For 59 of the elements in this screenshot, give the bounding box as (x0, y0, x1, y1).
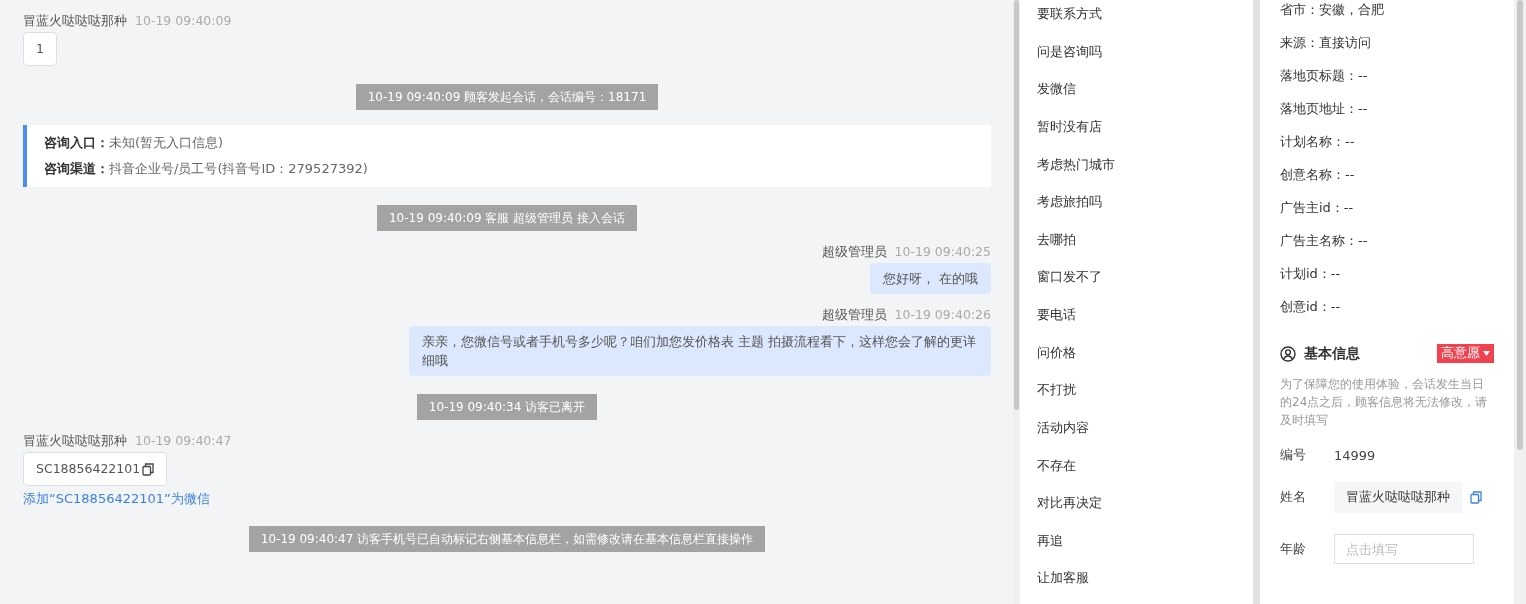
scrollbar-thumb[interactable] (1517, 0, 1523, 450)
quick-reply-item[interactable]: 要电话 (1020, 303, 1253, 341)
source-info-line: 省市：安徽，合肥 (1280, 1, 1385, 19)
source-info-line: 广告主名称：-- (1280, 232, 1369, 250)
sender-name: 冒蓝火哒哒哒那种 (23, 13, 127, 29)
quick-reply-item[interactable]: 考虑旅拍吗 (1020, 190, 1253, 228)
sender-name: 冒蓝火哒哒哒那种 (23, 433, 127, 449)
system-notice: 10-19 09:40:47 访客手机号已自动标记右侧基本信息栏，如需修改请在基本信息栏直接操作 (248, 526, 766, 552)
field-label: 年龄 (1280, 540, 1307, 558)
field-label: 编号 (1280, 446, 1307, 464)
user-icon (1280, 345, 1296, 362)
message-time: 10-19 09:40:25 (894, 244, 991, 260)
quick-reply-item[interactable]: 不存在 (1020, 453, 1253, 492)
source-info-line: 落地页地址：-- (1280, 100, 1369, 118)
message-bubble: SC18856422101 (23, 452, 168, 486)
quick-reply-item[interactable]: 暂时没有店 (1020, 114, 1253, 153)
source-info-line: 广告主id：-- (1280, 199, 1355, 217)
source-info-line: 落地页标题：-- (1280, 67, 1369, 85)
info-line: 咨询渠道：抖音企业号/员工号(抖音号ID：279527392) (44, 160, 369, 178)
source-info-line: 创意名称：-- (1280, 166, 1356, 184)
source-info-line: 计划id：-- (1280, 265, 1342, 283)
system-notice: 10-19 09:40:34 访客已离开 (416, 394, 598, 420)
quick-reply-item[interactable]: 要联系方式 (1020, 2, 1253, 40)
quick-reply-item[interactable]: 去哪拍 (1020, 227, 1253, 266)
quick-reply-item[interactable]: 再追 (1020, 528, 1253, 567)
quick-reply-item[interactable]: 窗口发不了 (1020, 265, 1253, 303)
system-notice: 10-19 09:40:09 顾客发起会话，会话编号：18171 (355, 84, 659, 110)
message-bubble: 亲亲，您微信号或者手机号多少呢？咱们加您发价格表 主题 拍摄流程看下，这样您会了解的更详细哦 (409, 326, 991, 376)
source-info-line: 创意id：-- (1280, 298, 1342, 316)
sender-name: 超级管理员 (821, 244, 887, 260)
sender-name: 超级管理员 (821, 307, 887, 323)
name-field: 冒蓝火哒哒哒那种 (1334, 481, 1462, 513)
info-line: 咨询入口：未知(暂无入口信息) (44, 134, 225, 152)
field-value: 14999 (1334, 447, 1376, 463)
source-info-line: 计划名称：-- (1280, 133, 1356, 151)
quick-reply-item[interactable]: 不打扰 (1020, 378, 1253, 416)
source-info-line: 来源：直接访问 (1280, 34, 1372, 52)
message-time: 10-19 09:40:09 (135, 13, 232, 29)
intent-dropdown[interactable]: 高意愿 (1437, 344, 1494, 363)
quick-reply-item[interactable]: 让加客服 (1020, 566, 1253, 604)
quick-reply-item[interactable]: 考虑热门城市 (1020, 152, 1253, 191)
add-wechat-link[interactable]: 添加“SC18856422101”为微信 (23, 490, 210, 508)
message-time: 10-19 09:40:26 (894, 307, 991, 323)
quick-reply-item[interactable]: 活动内容 (1020, 415, 1253, 454)
scrollbar-thumb[interactable] (1014, 0, 1019, 410)
system-notice: 10-19 09:40:09 客服 超级管理员 接入会话 (377, 205, 637, 231)
field-label: 姓名 (1280, 488, 1307, 506)
message-bubble: 您好呀， 在的哦 (870, 263, 991, 294)
quick-reply-item[interactable]: 对比再决定 (1020, 491, 1253, 529)
message-time: 10-19 09:40:47 (135, 433, 232, 449)
copy-icon[interactable] (142, 462, 155, 476)
quick-reply-item[interactable]: 问价格 (1020, 340, 1253, 379)
quick-reply-item[interactable]: 发微信 (1020, 77, 1253, 115)
quick-reply-item[interactable]: 问是咨询吗 (1020, 39, 1253, 78)
caret-icon (1483, 351, 1490, 356)
notice-text: 为了保障您的使用体验，会话发生当日的24点之后，顾客信息将无法修改，请及时填写 (1280, 376, 1489, 429)
section-title: 基本信息 (1304, 344, 1361, 363)
age-field[interactable]: 点击填写 (1334, 534, 1474, 564)
message-bubble: 1 (23, 32, 57, 66)
